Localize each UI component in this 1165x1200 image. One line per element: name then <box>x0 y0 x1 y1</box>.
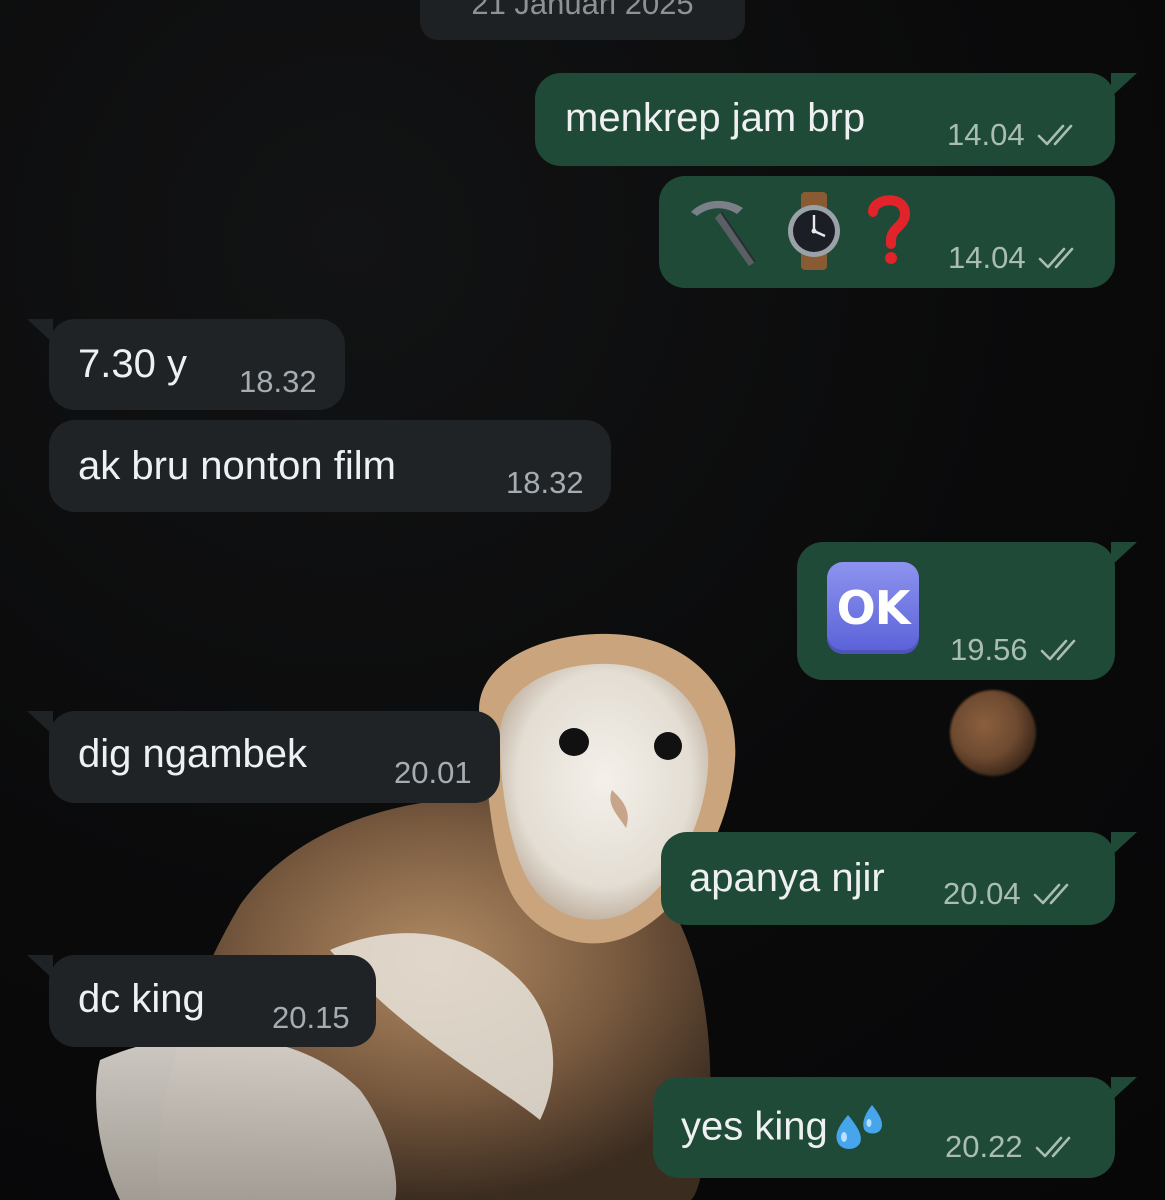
watch-icon <box>788 192 840 270</box>
message-bubble-outgoing[interactable]: 14.04 <box>659 176 1115 288</box>
message-bubble-outgoing[interactable]: OK 19.56 <box>797 542 1137 680</box>
message-bubble-incoming[interactable]: ak bru nonton film 18.32 <box>49 420 611 512</box>
message-meta: 20.22 <box>945 1129 1081 1165</box>
message-meta: 20.15 <box>272 1000 350 1036</box>
message-text: 7.30 y <box>78 342 187 386</box>
message-time: 20.04 <box>943 876 1021 911</box>
message-text: dig ngambek <box>78 732 308 776</box>
emoji-row <box>685 192 913 270</box>
date-label: 21 Januari 2025 <box>471 0 694 21</box>
message-text: apanya njir <box>689 856 885 900</box>
message-time: 14.04 <box>947 117 1025 152</box>
message-time: 14.04 <box>948 240 1026 275</box>
double-check-icon <box>1035 1136 1070 1158</box>
sweat-droplets-icon <box>836 1105 882 1149</box>
message-text: menkrep jam brp <box>565 96 866 140</box>
message-bubble-incoming[interactable]: 7.30 y 18.32 <box>27 319 345 410</box>
message-text: ak bru nonton film <box>78 444 396 488</box>
chat-screen: 21 Januari 2025 menkrep jam brp 14.04 14… <box>0 0 1165 1200</box>
message-text: yes king <box>681 1103 888 1155</box>
message-time: 20.22 <box>945 1129 1023 1164</box>
message-meta: 19.56 <box>950 632 1086 668</box>
message-text-content: yes king <box>681 1104 828 1149</box>
message-text: dc king <box>78 977 205 1021</box>
message-time: 18.32 <box>239 364 317 399</box>
ok-emoji-text: OK <box>836 581 911 635</box>
message-bubble-incoming[interactable]: dig ngambek 20.01 <box>27 711 500 803</box>
message-bubble-outgoing[interactable]: menkrep jam brp 14.04 <box>535 73 1137 166</box>
question-mark-icon <box>868 195 911 264</box>
ok-button-icon: OK <box>827 562 919 654</box>
message-meta: 18.32 <box>239 364 317 400</box>
double-check-icon <box>1040 639 1075 661</box>
message-meta: 14.04 <box>947 117 1083 153</box>
message-meta: 20.01 <box>394 755 472 791</box>
message-meta: 14.04 <box>948 240 1084 276</box>
double-check-icon <box>1033 883 1068 905</box>
message-time: 18.32 <box>506 465 584 500</box>
message-meta: 18.32 <box>506 465 584 501</box>
pick-icon <box>691 200 756 266</box>
message-bubble-outgoing[interactable]: yes king 20.22 <box>653 1077 1137 1178</box>
double-check-icon <box>1038 247 1073 269</box>
message-bubble-outgoing[interactable]: apanya njir 20.04 <box>661 832 1137 925</box>
message-bubble-incoming[interactable]: dc king 20.15 <box>27 955 376 1047</box>
date-separator: 21 Januari 2025 <box>420 0 745 40</box>
message-time: 20.01 <box>394 755 472 790</box>
message-time: 19.56 <box>950 632 1028 667</box>
double-check-icon <box>1037 124 1072 146</box>
message-time: 20.15 <box>272 1000 350 1035</box>
message-meta: 20.04 <box>943 876 1079 912</box>
